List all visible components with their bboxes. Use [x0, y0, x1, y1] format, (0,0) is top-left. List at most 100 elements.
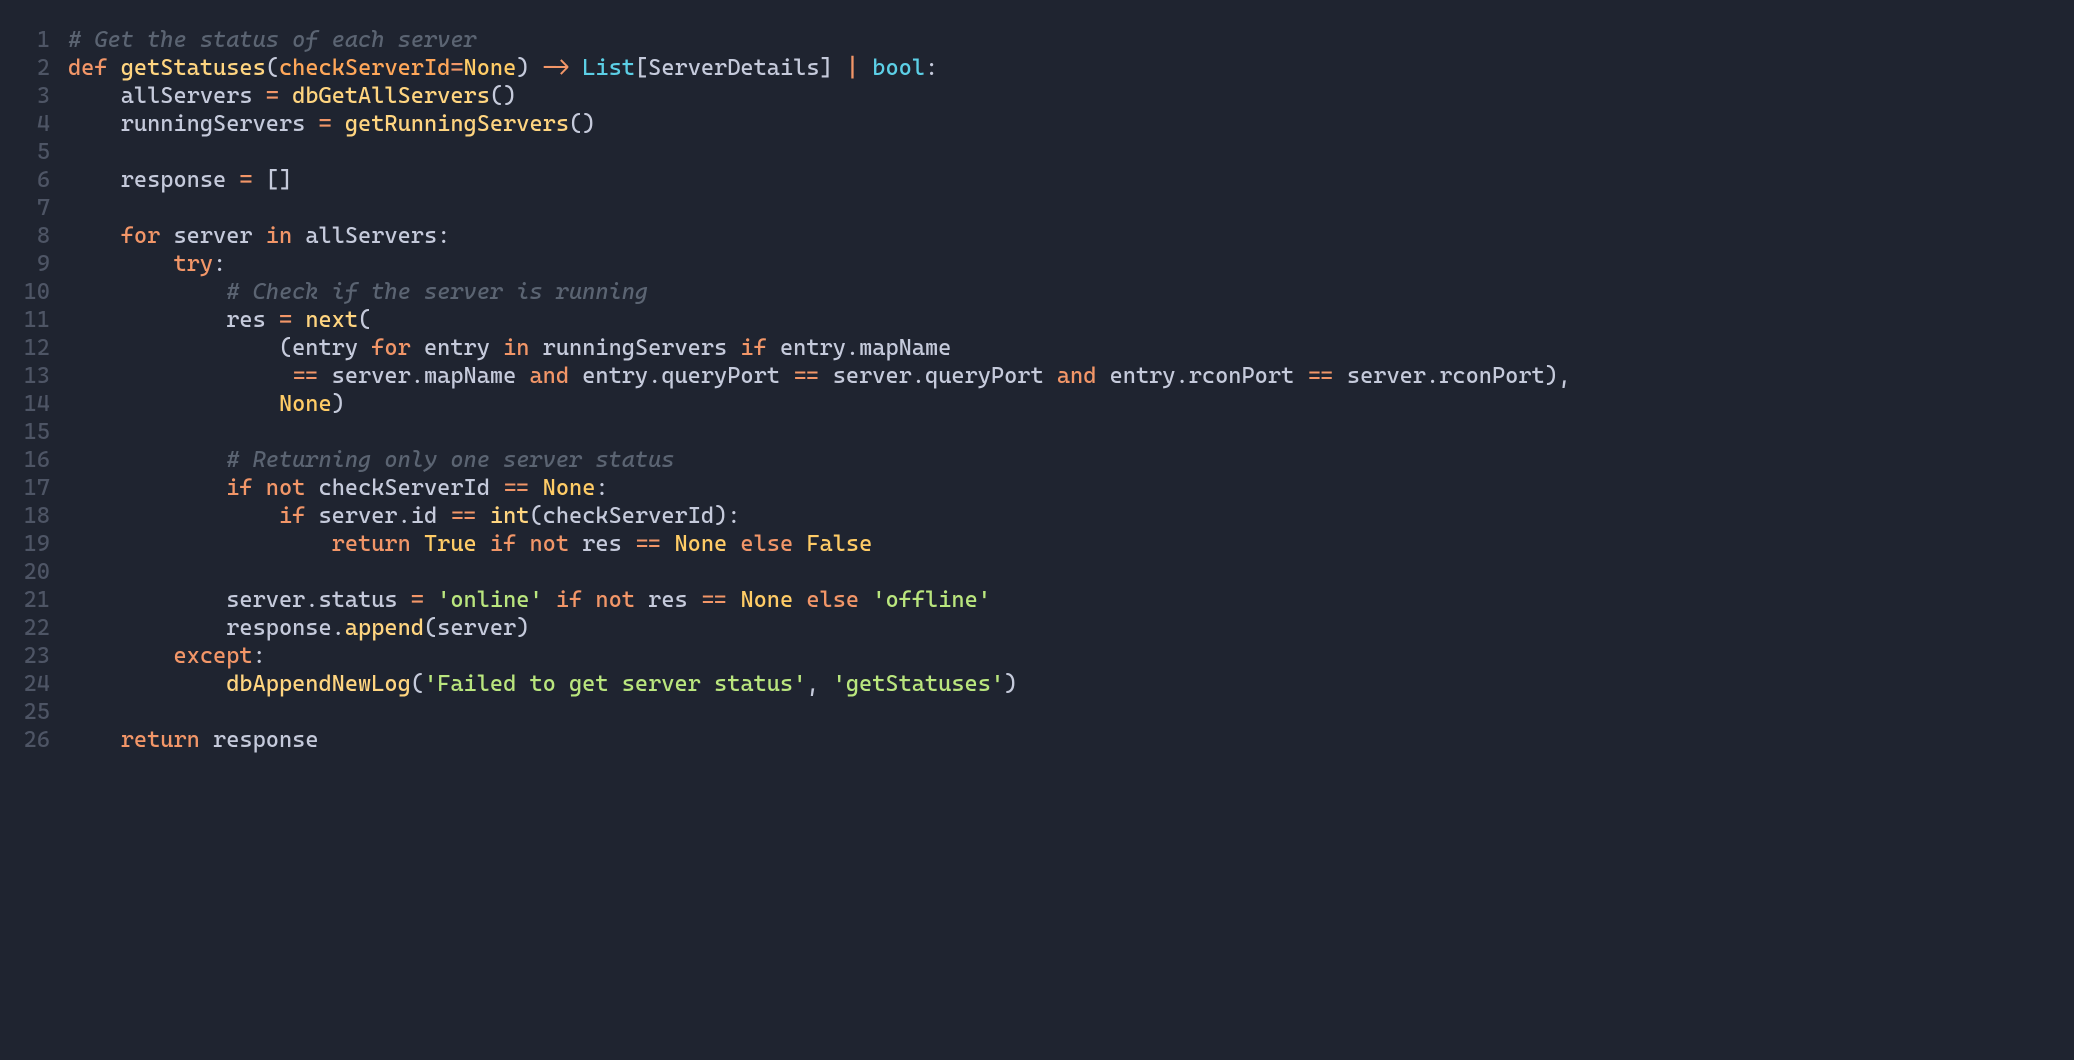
- token-kw: if: [490, 531, 516, 557]
- token-kw: and: [1057, 363, 1097, 389]
- token-id: server: [437, 615, 516, 641]
- code-line[interactable]: response = []: [68, 166, 2074, 194]
- code-line[interactable]: return response: [68, 726, 2074, 754]
- token-pn: .: [305, 587, 318, 613]
- token-pn: (: [358, 307, 371, 333]
- token-id: [68, 391, 279, 417]
- token-id: checkServerId: [543, 503, 714, 529]
- token-id: [859, 587, 872, 613]
- code-line[interactable]: response.append(server): [68, 614, 2074, 642]
- code-area[interactable]: # Get the status of each serverdef getSt…: [68, 26, 2074, 754]
- line-number-gutter: 1234567891011121314151617181920212223242…: [0, 26, 68, 754]
- token-pn: ): [332, 391, 345, 417]
- token-kw: if: [279, 503, 305, 529]
- code-line[interactable]: # Get the status of each server: [68, 26, 2074, 54]
- token-fn: dbGetAllServers: [292, 83, 490, 109]
- code-line[interactable]: res = next(: [68, 306, 2074, 334]
- token-op: =: [266, 83, 279, 109]
- line-number: 6: [0, 166, 50, 194]
- code-line[interactable]: if server.id == int(checkServerId):: [68, 502, 2074, 530]
- token-fn: int: [490, 503, 530, 529]
- code-line[interactable]: [68, 138, 2074, 166]
- code-editor[interactable]: 1234567891011121314151617181920212223242…: [0, 0, 2074, 754]
- token-id: runningServers: [529, 335, 740, 361]
- token-attr: rconPort: [1189, 363, 1308, 389]
- line-number: 3: [0, 82, 50, 110]
- token-id: [477, 503, 490, 529]
- token-attr: mapName: [424, 363, 529, 389]
- token-pn: ):: [714, 503, 740, 529]
- code-line[interactable]: def getStatuses(checkServerId=None) -> L…: [68, 54, 2074, 82]
- code-line[interactable]: for server in allServers:: [68, 222, 2074, 250]
- token-pn: (: [279, 335, 292, 361]
- token-pn: .: [648, 363, 661, 389]
- token-pn: ),: [1545, 363, 1571, 389]
- line-number: 21: [0, 586, 50, 614]
- token-fn: append: [345, 615, 424, 641]
- token-nn: None: [279, 391, 332, 417]
- code-line[interactable]: [68, 698, 2074, 726]
- code-line[interactable]: runningServers = getRunningServers(): [68, 110, 2074, 138]
- token-id: [411, 531, 424, 557]
- token-id: [529, 475, 542, 501]
- code-line[interactable]: [68, 558, 2074, 586]
- code-line[interactable]: try:: [68, 250, 2074, 278]
- token-pn: .: [912, 363, 925, 389]
- token-id: server: [820, 363, 912, 389]
- token-nn: False: [806, 531, 872, 557]
- token-id: [68, 475, 226, 501]
- token-ty: List: [582, 55, 635, 81]
- token-kw: in: [503, 335, 529, 361]
- code-line[interactable]: # Returning only one server status: [68, 446, 2074, 474]
- token-kw: not: [595, 587, 635, 613]
- code-line[interactable]: dbAppendNewLog('Failed to get server sta…: [68, 670, 2074, 698]
- token-op: =: [319, 111, 332, 137]
- line-number: 13: [0, 362, 50, 390]
- code-line[interactable]: # Check if the server is running: [68, 278, 2074, 306]
- token-str: 'online': [437, 587, 542, 613]
- token-id: entry: [569, 363, 648, 389]
- token-id: [477, 531, 490, 557]
- code-line[interactable]: except:: [68, 642, 2074, 670]
- code-line[interactable]: (entry for entry in runningServers if en…: [68, 334, 2074, 362]
- token-pn: ,: [806, 671, 832, 697]
- token-op: =: [450, 55, 463, 81]
- token-str: 'getStatuses': [833, 671, 1004, 697]
- token-kw: return: [121, 727, 200, 753]
- token-nn: None: [464, 55, 517, 81]
- line-number: 11: [0, 306, 50, 334]
- token-id: entry: [292, 335, 371, 361]
- token-id: [727, 587, 740, 613]
- token-id: [108, 55, 121, 81]
- code-line[interactable]: == server.mapName and entry.queryPort ==…: [68, 362, 2074, 390]
- code-line[interactable]: [68, 194, 2074, 222]
- token-id: [727, 531, 740, 557]
- token-kw: return: [332, 531, 411, 557]
- code-line[interactable]: if not checkServerId == None:: [68, 474, 2074, 502]
- code-line[interactable]: None): [68, 390, 2074, 418]
- token-id: [68, 447, 226, 473]
- token-kw: try: [173, 251, 213, 277]
- token-kw: for: [121, 223, 161, 249]
- line-number: 17: [0, 474, 50, 502]
- token-pn: ]: [820, 55, 846, 81]
- token-op: ==: [635, 531, 661, 557]
- token-attr: queryPort: [661, 363, 793, 389]
- token-id: response: [68, 167, 239, 193]
- token-cm: # Returning only one server status: [226, 447, 674, 473]
- token-attr: status: [319, 587, 411, 613]
- code-line[interactable]: allServers = dbGetAllServers(): [68, 82, 2074, 110]
- line-number: 22: [0, 614, 50, 642]
- token-id: [516, 531, 529, 557]
- code-line[interactable]: [68, 418, 2074, 446]
- code-line[interactable]: server.status = 'online' if not res == N…: [68, 586, 2074, 614]
- token-pn: [: [635, 55, 648, 81]
- token-kw: not: [266, 475, 306, 501]
- token-cm: # Get the status of each server: [68, 27, 477, 53]
- token-kw: else: [740, 531, 793, 557]
- token-op: ==: [292, 363, 318, 389]
- token-pn: (: [529, 503, 542, 529]
- token-id: response: [200, 727, 319, 753]
- token-attr: mapName: [859, 335, 951, 361]
- code-line[interactable]: return True if not res == None else Fals…: [68, 530, 2074, 558]
